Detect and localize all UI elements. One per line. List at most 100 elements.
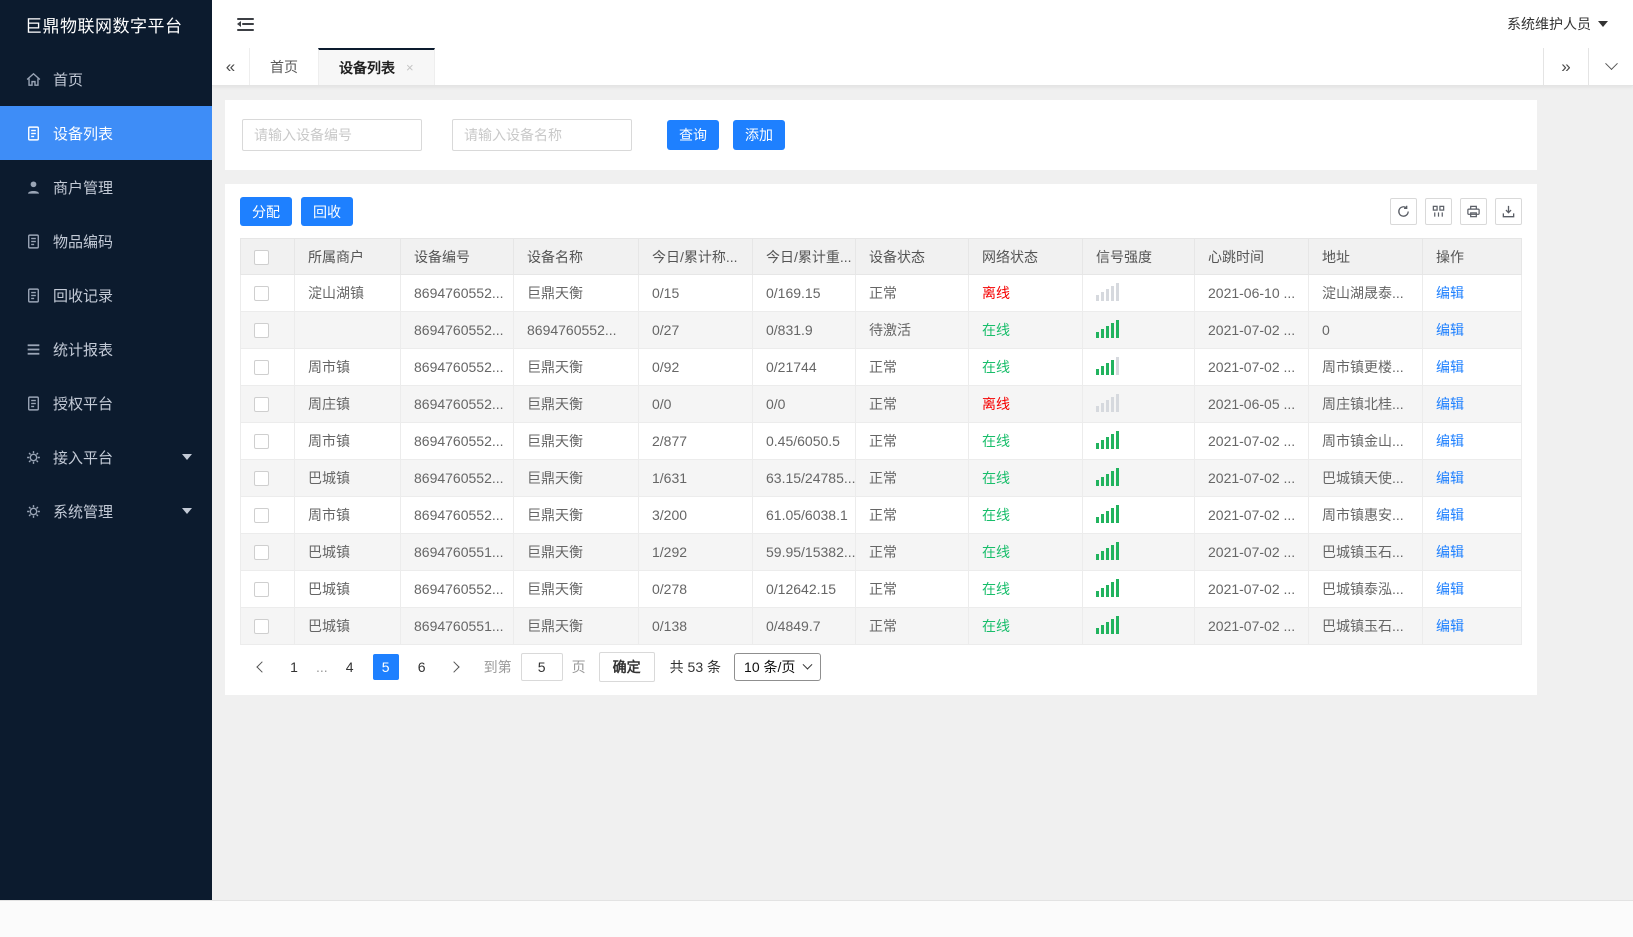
row-checkbox[interactable] <box>254 619 269 635</box>
user-name: 系统维护人员 <box>1507 16 1591 32</box>
table-row: 巴城镇 8694760551... 巨鼎天衡 1/292 59.95/15382... 正… <box>240 533 1522 571</box>
goto-page-input[interactable] <box>520 653 563 681</box>
page-number[interactable]: 6 <box>409 654 435 680</box>
sidebar-item-device-list[interactable]: 设备列表 <box>0 106 212 160</box>
select-all-checkbox[interactable] <box>254 249 269 265</box>
network-status: 离线 <box>982 396 1010 412</box>
sidebar-item-label: 统计报表 <box>53 341 114 359</box>
col-actions: 操作 <box>1422 238 1522 275</box>
sidebar-item-access-platform[interactable]: 接入平台 <box>0 430 212 484</box>
edit-link[interactable]: 编辑 <box>1436 544 1464 560</box>
row-checkbox[interactable] <box>254 471 269 487</box>
sidebar-item-label: 商户管理 <box>53 179 114 197</box>
tabs-scroll-left-button[interactable]: « <box>212 48 250 85</box>
user-menu[interactable]: 系统维护人员 <box>1507 14 1608 34</box>
assign-button[interactable]: 分配 <box>240 197 292 226</box>
signal-strength-icon <box>1096 430 1119 449</box>
network-status: 在线 <box>982 618 1010 634</box>
tab-home[interactable]: 首页 <box>250 48 318 85</box>
tab-bar: « 首页 设备列表 × » <box>212 48 1633 86</box>
sidebar-item-home[interactable]: 首页 <box>0 52 212 106</box>
page-number[interactable]: 4 <box>337 654 363 680</box>
signal-strength-icon <box>1096 393 1119 412</box>
export-icon[interactable] <box>1495 198 1522 225</box>
tabs-menu-button[interactable] <box>1588 48 1633 85</box>
tabs-scroll-right-button[interactable]: » <box>1543 48 1588 85</box>
refresh-icon[interactable] <box>1390 198 1417 225</box>
row-checkbox[interactable] <box>254 582 269 598</box>
edit-link[interactable]: 编辑 <box>1436 507 1464 523</box>
add-button[interactable]: 添加 <box>733 120 785 150</box>
chevron-down-icon <box>802 659 813 670</box>
row-checkbox[interactable] <box>254 545 269 561</box>
page-number-active[interactable]: 5 <box>372 654 399 680</box>
sidebar-item-label: 设备列表 <box>53 125 114 143</box>
sidebar-menu: 首页 设备列表 商户管理 物品编码 回收记录 统计报表 授权平台 接入平台 系统… <box>0 52 212 538</box>
close-icon[interactable]: × <box>406 60 414 75</box>
sidebar-item-item-code[interactable]: 物品编码 <box>0 214 212 268</box>
signal-strength-icon <box>1096 319 1119 338</box>
confirm-page-button[interactable]: 确定 <box>598 652 655 682</box>
col-merchant: 所属商户 <box>294 238 401 275</box>
sidebar-item-merchant-mgmt[interactable]: 商户管理 <box>0 160 212 214</box>
device-table: 所属商户 设备编号 设备名称 今日/累计称... 今日/累计重... 设备状态 … <box>240 238 1522 645</box>
row-checkbox[interactable] <box>254 286 269 302</box>
network-status: 在线 <box>982 581 1010 597</box>
row-checkbox[interactable] <box>254 508 269 524</box>
list-icon <box>25 341 42 358</box>
edit-link[interactable]: 编辑 <box>1436 322 1464 338</box>
chevron-down-icon <box>1598 21 1608 27</box>
table-header-row: 所属商户 设备编号 设备名称 今日/累计称... 今日/累计重... 设备状态 … <box>240 238 1522 275</box>
top-header: 系统维护人员 <box>212 0 1633 48</box>
edit-link[interactable]: 编辑 <box>1436 581 1464 597</box>
page-number[interactable]: 1 <box>281 654 307 680</box>
sidebar-item-stats-report[interactable]: 统计报表 <box>0 322 212 376</box>
col-device-status: 设备状态 <box>855 238 969 275</box>
next-page-button[interactable] <box>448 661 460 673</box>
table-row: 巴城镇 8694760552... 巨鼎天衡 0/278 0/12642.15 正常 在线 2… <box>240 570 1522 608</box>
recycle-button[interactable]: 回收 <box>301 197 353 226</box>
sidebar-item-recycle-record[interactable]: 回收记录 <box>0 268 212 322</box>
row-checkbox[interactable] <box>254 434 269 450</box>
edit-link[interactable]: 编辑 <box>1436 470 1464 486</box>
query-button[interactable]: 查询 <box>667 120 719 150</box>
sidebar-item-label: 授权平台 <box>53 395 114 413</box>
network-status: 在线 <box>982 433 1010 449</box>
gear-icon <box>25 503 42 520</box>
column-filter-icon[interactable] <box>1425 198 1452 225</box>
edit-link[interactable]: 编辑 <box>1436 396 1464 412</box>
table-toolbar: 分配 回收 <box>240 197 1522 226</box>
chevron-down-icon <box>182 454 192 460</box>
signal-strength-icon <box>1096 541 1119 560</box>
row-checkbox[interactable] <box>254 397 269 413</box>
edit-link[interactable]: 编辑 <box>1436 618 1464 634</box>
home-icon <box>25 71 42 88</box>
signal-strength-icon <box>1096 356 1119 375</box>
app-window: 巨鼎物联网数字平台 首页 设备列表 商户管理 物品编码 回收记录 统计报表 授权… <box>0 0 1633 900</box>
sidebar-item-label: 物品编码 <box>53 233 114 251</box>
row-checkbox[interactable] <box>254 360 269 376</box>
sidebar-item-auth-platform[interactable]: 授权平台 <box>0 376 212 430</box>
page-size-select[interactable]: 10 条/页 <box>734 653 822 681</box>
network-status: 在线 <box>982 359 1010 375</box>
device-name-input[interactable] <box>452 119 632 151</box>
user-icon <box>25 179 42 196</box>
app-title: 巨鼎物联网数字平台 <box>25 16 183 36</box>
menu-fold-icon[interactable] <box>237 17 254 31</box>
table-row: 巴城镇 8694760552... 巨鼎天衡 1/631 63.15/24785... 正… <box>240 459 1522 497</box>
document-icon <box>25 287 42 304</box>
page-ellipsis[interactable]: ... <box>316 659 328 675</box>
signal-strength-icon <box>1096 282 1119 301</box>
row-checkbox[interactable] <box>254 323 269 339</box>
tab-device-list[interactable]: 设备列表 × <box>318 48 435 85</box>
edit-link[interactable]: 编辑 <box>1436 359 1464 375</box>
sidebar-item-system-mgmt[interactable]: 系统管理 <box>0 484 212 538</box>
document-icon <box>25 233 42 250</box>
print-icon[interactable] <box>1460 198 1487 225</box>
prev-page-button[interactable] <box>256 661 268 673</box>
gear-icon <box>25 449 42 466</box>
col-weight: 今日/累计重... <box>752 238 856 275</box>
edit-link[interactable]: 编辑 <box>1436 433 1464 449</box>
device-no-input[interactable] <box>242 119 422 151</box>
edit-link[interactable]: 编辑 <box>1436 285 1464 301</box>
